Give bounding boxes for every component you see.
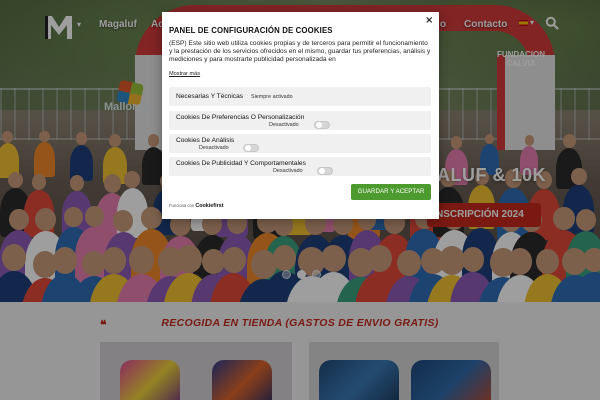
cookie-category-status: Desactivado — [199, 145, 229, 151]
save-and-accept-button[interactable]: GUARDAR Y ACEPTAR — [351, 184, 431, 200]
cookie-category-name: Cookies De Análisis — [176, 137, 235, 144]
preferences-toggle[interactable] — [314, 121, 330, 129]
cookie-description: (ESP) Este sitio web utiliza cookies pro… — [169, 40, 431, 64]
cookie-category-advertising[interactable]: Cookies De Publicidad Y Comportamentales… — [169, 157, 431, 176]
cookie-category-status: Desactivado — [269, 122, 299, 128]
advertising-toggle[interactable] — [317, 167, 333, 175]
cookie-settings-panel: PANEL DE CONFIGURACIÓN DE COOKIES × (ESP… — [162, 12, 439, 219]
powered-by-prefix: Funciona con — [169, 203, 195, 208]
cookie-category-preferences[interactable]: Cookies De Preferencias O Personalizació… — [169, 111, 431, 130]
close-icon[interactable]: × — [425, 15, 433, 26]
cookie-category-name: Cookies De Publicidad Y Comportamentales — [176, 160, 306, 167]
cookie-category-status: Siempre activado — [251, 94, 293, 100]
cookie-category-status: Desactivado — [273, 168, 303, 174]
cookie-panel-title: PANEL DE CONFIGURACIÓN DE COOKIES — [169, 26, 333, 35]
analytics-toggle[interactable] — [243, 144, 259, 152]
powered-by: Funciona con Cookiefirst — [169, 203, 223, 209]
cookie-category-name: Cookies De Preferencias O Personalizació… — [176, 114, 305, 121]
cookie-category-analytics[interactable]: Cookies De Análisis Desactivado — [169, 134, 431, 153]
cookiefirst-logo[interactable]: Cookiefirst — [195, 203, 223, 209]
show-more-link[interactable]: Mostrar más — [169, 71, 200, 77]
cookie-category-name: Necesarias Y Técnicas — [176, 93, 244, 100]
cookie-category-necessary[interactable]: Necesarias Y Técnicas Siempre activado — [169, 87, 431, 106]
